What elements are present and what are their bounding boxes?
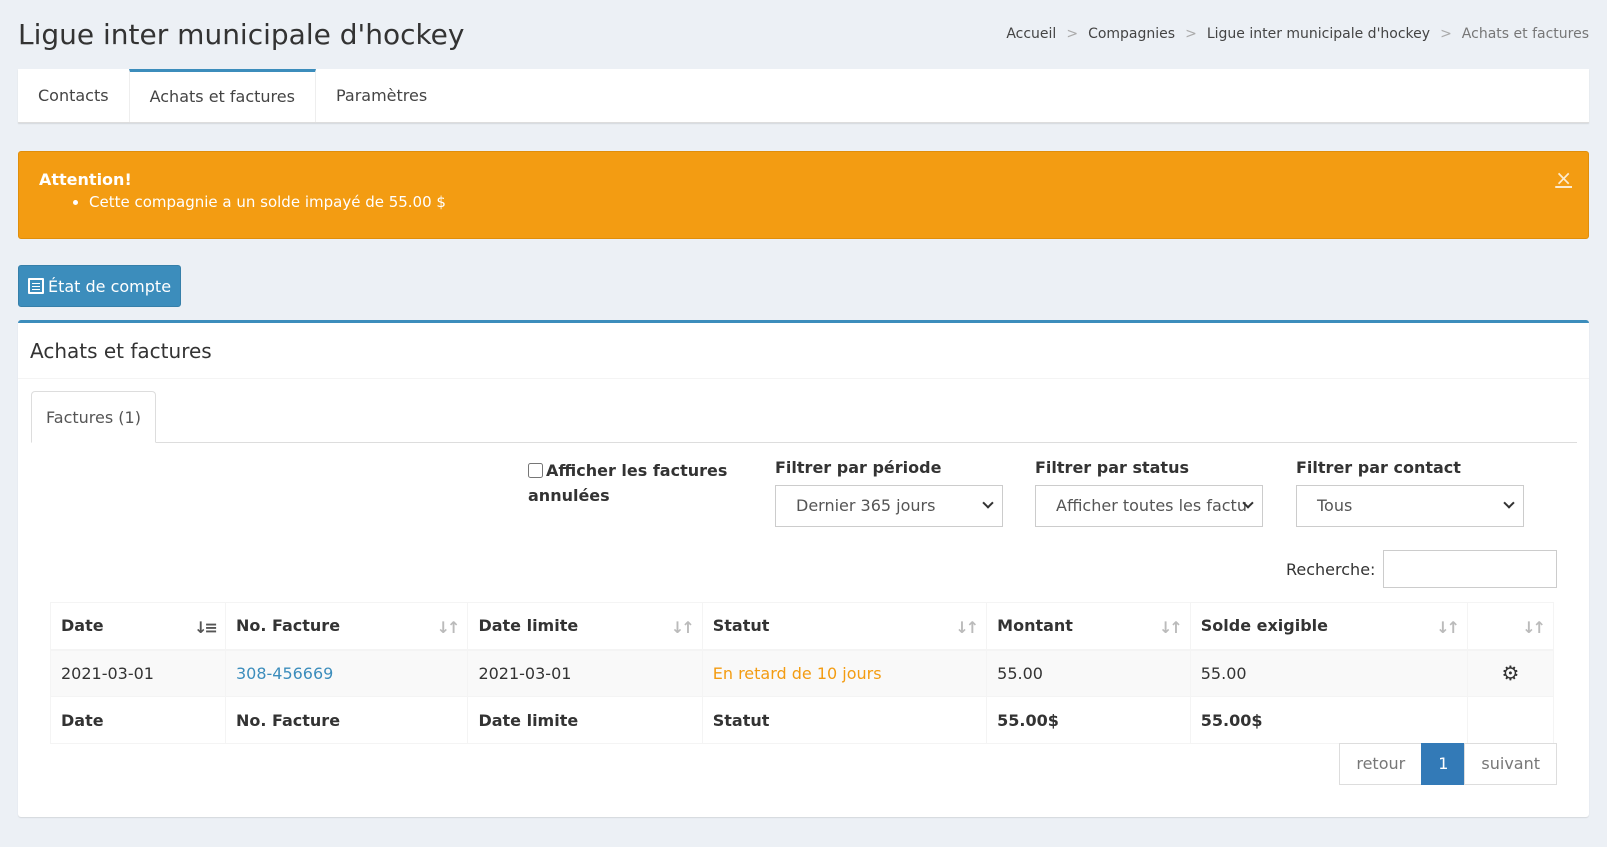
pagination-prev[interactable]: retour: [1339, 743, 1423, 785]
alert-title: Attention!: [39, 170, 132, 189]
status-filter: Filtrer par status Afficher toutes les f…: [1035, 458, 1263, 527]
account-statement-button[interactable]: État de compte: [18, 265, 181, 307]
table-footer-row: Date No. Facture Date limite Statut 55.0…: [50, 696, 1554, 744]
sort-icon: ↓↑: [670, 618, 695, 637]
tab-invoices[interactable]: Factures (1): [31, 391, 156, 443]
cell-balance: 55.00: [1189, 649, 1469, 697]
breadcrumb-item-home[interactable]: Accueil: [1006, 26, 1056, 42]
pagination-page-1[interactable]: 1: [1421, 743, 1466, 785]
column-header-status[interactable]: Statut ↓↑: [701, 602, 988, 651]
footer-date: Date: [50, 696, 226, 744]
period-select[interactable]: Dernier 365 jours: [775, 485, 1003, 527]
tab-contacts[interactable]: Contacts: [18, 69, 129, 122]
invoice-link[interactable]: 308-456669: [236, 664, 333, 683]
pagination: retour 1 suivant: [1339, 743, 1557, 785]
pagination-next[interactable]: suivant: [1464, 743, 1557, 785]
gear-icon[interactable]: ⚙: [1502, 661, 1520, 685]
cancelled-invoices-checkbox[interactable]: [528, 463, 543, 478]
period-filter-label: Filtrer par période: [775, 458, 942, 477]
purchases-invoices-box: Achats et factures Factures (1) Afficher…: [18, 320, 1589, 817]
cell-date: 2021-03-01: [50, 649, 226, 697]
footer-actions: [1467, 696, 1554, 744]
status-select[interactable]: Afficher toutes les factu: [1035, 485, 1263, 527]
column-header-due-date[interactable]: Date limite ↓↑: [467, 602, 703, 651]
breadcrumb: Accueil > Compagnies > Ligue inter munic…: [1006, 26, 1589, 42]
breadcrumb-item-companies[interactable]: Compagnies: [1088, 26, 1175, 42]
box-title: Achats et factures: [18, 323, 1589, 379]
column-header-balance[interactable]: Solde exigible ↓↑: [1189, 602, 1469, 651]
status-select-value: Afficher toutes les factu: [1056, 496, 1247, 515]
column-header-invoice[interactable]: No. Facture ↓↑: [224, 602, 469, 651]
status-filter-label: Filtrer par status: [1035, 458, 1189, 477]
sort-icon: ↓↑: [1436, 618, 1460, 637]
period-select-value: Dernier 365 jours: [796, 496, 936, 515]
chevron-down-icon: [1503, 497, 1515, 509]
breadcrumb-item-company[interactable]: Ligue inter municipale d'hockey: [1207, 26, 1430, 42]
breadcrumb-item-current: Achats et factures: [1461, 26, 1589, 42]
contact-filter-label: Filtrer par contact: [1296, 458, 1461, 477]
footer-balance-total: 55.00$: [1189, 696, 1469, 744]
column-header-date[interactable]: Date ↓≡: [50, 602, 226, 651]
column-header-actions[interactable]: ↓↑: [1467, 602, 1554, 651]
cell-amount: 55.00: [986, 649, 1191, 697]
tab-purchases-invoices[interactable]: Achats et factures: [128, 69, 316, 122]
sort-icon: ↓↑: [436, 618, 461, 637]
sort-desc-icon: ↓≡: [194, 618, 218, 637]
invoices-table: Date ↓≡ No. Facture ↓↑ Date limite ↓↑ Statu…: [50, 602, 1554, 744]
sort-icon: ↓↑: [1158, 618, 1183, 637]
footer-amount-total: 55.00$: [986, 696, 1191, 744]
cancelled-invoices-label: Afficher les factures annulées: [528, 461, 728, 505]
tab-settings[interactable]: Paramètres: [316, 69, 447, 122]
company-tabs: Contacts Achats et factures Paramètres: [18, 69, 1589, 123]
search-area: Recherche:: [1286, 550, 1558, 588]
cancelled-invoices-filter: Afficher les factures annulées: [528, 458, 738, 508]
contact-filter: Filtrer par contact Tous: [1296, 458, 1524, 527]
chevron-down-icon: [982, 497, 994, 509]
footer-invoice: No. Facture: [224, 696, 469, 744]
alert-close-button[interactable]: ×: [1555, 166, 1572, 190]
table-row: 2021-03-01 308-456669 2021-03-01 En reta…: [50, 649, 1554, 697]
search-label: Recherche:: [1286, 559, 1376, 579]
contact-select[interactable]: Tous: [1296, 485, 1524, 527]
list-icon: [27, 278, 44, 294]
cell-due-date: 2021-03-01: [467, 649, 703, 697]
footer-status: Statut: [701, 696, 988, 744]
alert-message: Cette compagnie a un solde impayé de 55.…: [89, 193, 1568, 211]
column-header-amount[interactable]: Montant ↓↑: [986, 602, 1191, 651]
unpaid-balance-alert: Attention! Cette compagnie a un solde im…: [18, 151, 1589, 239]
search-input[interactable]: [1383, 550, 1558, 588]
sort-icon: ↓↑: [955, 618, 979, 637]
cell-actions: ⚙: [1467, 649, 1554, 697]
sort-icon: ↓↑: [1522, 618, 1546, 637]
contact-select-value: Tous: [1317, 496, 1353, 515]
period-filter: Filtrer par période Dernier 365 jours: [775, 458, 1003, 527]
invoice-tabs: Factures (1): [31, 391, 1577, 443]
cell-invoice: 308-456669: [224, 649, 469, 697]
cell-status: En retard de 10 jours: [701, 649, 988, 697]
account-statement-label: État de compte: [47, 276, 172, 296]
page-header: Ligue inter municipale d'hockey Accueil …: [18, 14, 1589, 56]
footer-due-date: Date limite: [467, 696, 703, 744]
